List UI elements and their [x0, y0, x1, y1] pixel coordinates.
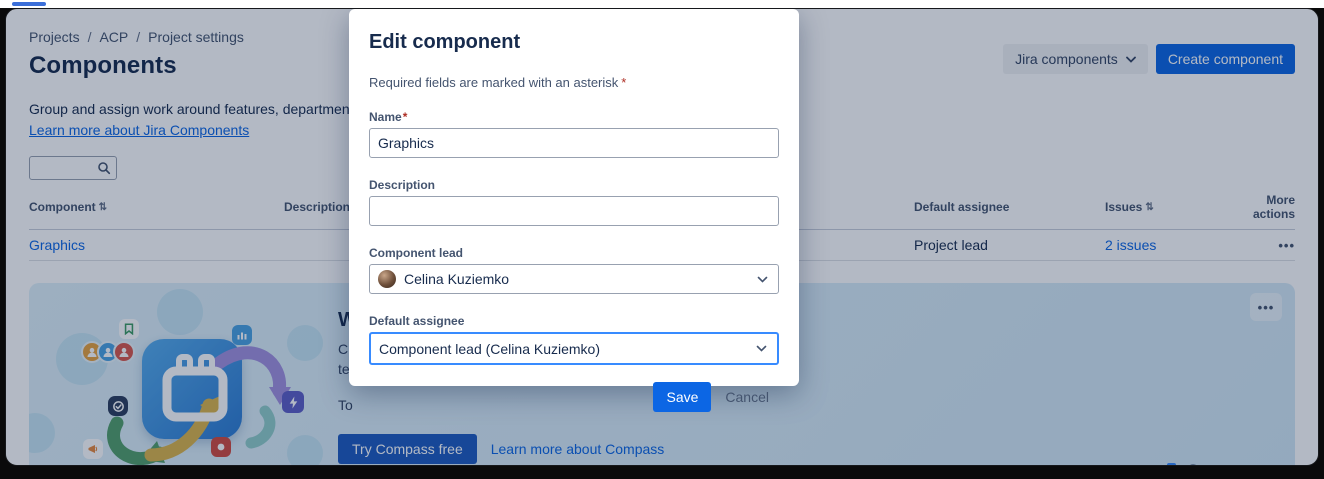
default-assignee-select[interactable]: Component lead (Celina Kuziemko) — [369, 332, 779, 365]
chevron-down-icon — [756, 345, 767, 352]
default-assignee-value: Component lead (Celina Kuziemko) — [379, 340, 600, 357]
default-assignee-field-label: Default assignee — [369, 314, 465, 328]
app-window: Projects / ACP / Project settings Compon… — [5, 8, 1319, 466]
required-fields-note: Required fields are marked with an aster… — [369, 75, 627, 90]
chevron-down-icon — [757, 276, 768, 283]
browser-top-strip — [0, 0, 1324, 8]
save-button[interactable]: Save — [653, 382, 712, 412]
modal-actions: Save Cancel — [369, 382, 779, 412]
modal-title: Edit component — [369, 31, 521, 53]
component-lead-select[interactable]: Celina Kuziemko — [369, 264, 779, 294]
component-lead-field-label: Component lead — [369, 246, 464, 260]
description-field-label: Description — [369, 178, 436, 192]
cancel-button[interactable]: Cancel — [715, 382, 779, 412]
name-field-label: Name* — [369, 110, 408, 124]
name-field[interactable] — [369, 128, 779, 158]
component-lead-value: Celina Kuziemko — [404, 271, 510, 287]
asterisk: * — [402, 110, 408, 124]
edit-component-modal: Edit component Required fields are marke… — [349, 9, 799, 412]
user-avatar — [378, 270, 396, 288]
description-field[interactable] — [369, 196, 779, 226]
top-blue-bar — [12, 2, 46, 6]
asterisk: * — [621, 75, 627, 90]
